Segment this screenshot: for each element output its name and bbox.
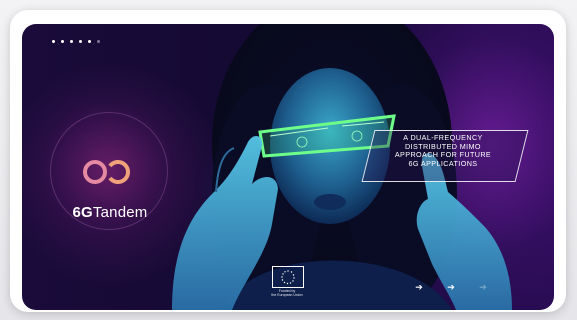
eu-flag-icon bbox=[272, 266, 304, 288]
callout-line: 6G APPLICATIONS bbox=[408, 158, 478, 168]
funding-caption-line: the European Union bbox=[271, 293, 303, 298]
funding-caption: Funded by the European Union bbox=[260, 289, 314, 297]
brand-logo-text: 6GTandem bbox=[65, 204, 155, 221]
progress-dot bbox=[61, 40, 64, 43]
progress-dot bbox=[88, 40, 91, 43]
arrow-right-icon[interactable]: ➔ bbox=[478, 282, 488, 292]
slide-progress-dots bbox=[52, 40, 100, 43]
progress-dot bbox=[79, 40, 82, 43]
hero-slide[interactable]: 6GTandem A DUAL-FREQUENCY DISTRIBUTED MI… bbox=[22, 24, 554, 310]
callout-text: A DUAL-FREQUENCY DISTRIBUTED MIMO APPROA… bbox=[372, 133, 514, 168]
progress-dot bbox=[97, 40, 100, 43]
progress-dot bbox=[70, 40, 73, 43]
slide-navigation: ➔ ➔ ➔ bbox=[414, 282, 488, 292]
infinity-loop-icon bbox=[83, 160, 130, 184]
brand-name-bold: 6G bbox=[72, 204, 93, 221]
arrow-right-icon[interactable]: ➔ bbox=[414, 282, 424, 292]
brand-name-regular: Tandem bbox=[92, 204, 148, 221]
arrow-right-icon[interactable]: ➔ bbox=[446, 282, 456, 292]
progress-dot bbox=[52, 40, 55, 43]
